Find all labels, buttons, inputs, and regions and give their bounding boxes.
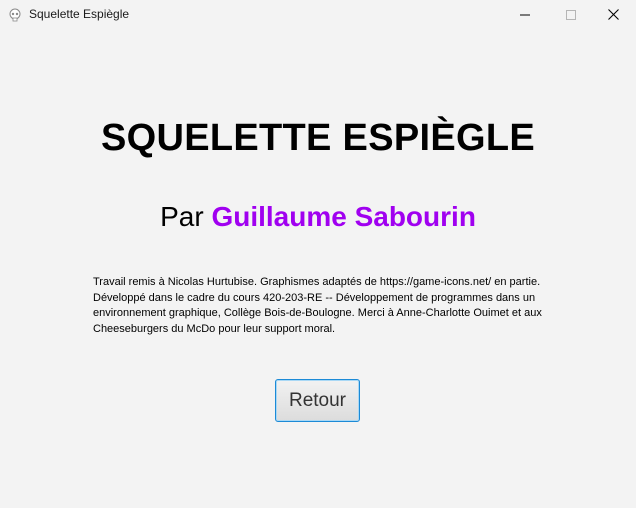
title-bar[interactable]: Squelette Espiègle <box>0 0 636 29</box>
window-title: Squelette Espiègle <box>29 7 130 21</box>
maximize-icon <box>566 5 576 24</box>
app-window: Squelette Espiègle SQUELETTE ESPIÈGLE Pa… <box>0 0 636 508</box>
credits-text: Travail remis à Nicolas Hurtubise. Graph… <box>93 276 542 335</box>
page-title: SQUELETTE ESPIÈGLE <box>100 117 536 159</box>
author-line: Par Guillaume Sabourin <box>0 199 636 235</box>
back-button[interactable]: Retour <box>275 379 360 422</box>
minimize-icon <box>520 5 530 24</box>
minimize-button[interactable] <box>502 0 548 29</box>
skull-icon <box>8 7 22 22</box>
author-prefix: Par <box>160 201 204 232</box>
author-name: Guillaume Sabourin <box>211 201 476 232</box>
about-panel: SQUELETTE ESPIÈGLE Par Guillaume Sabouri… <box>0 29 636 508</box>
close-button[interactable] <box>590 0 636 29</box>
close-icon <box>607 5 619 24</box>
maximize-button[interactable] <box>548 0 594 29</box>
